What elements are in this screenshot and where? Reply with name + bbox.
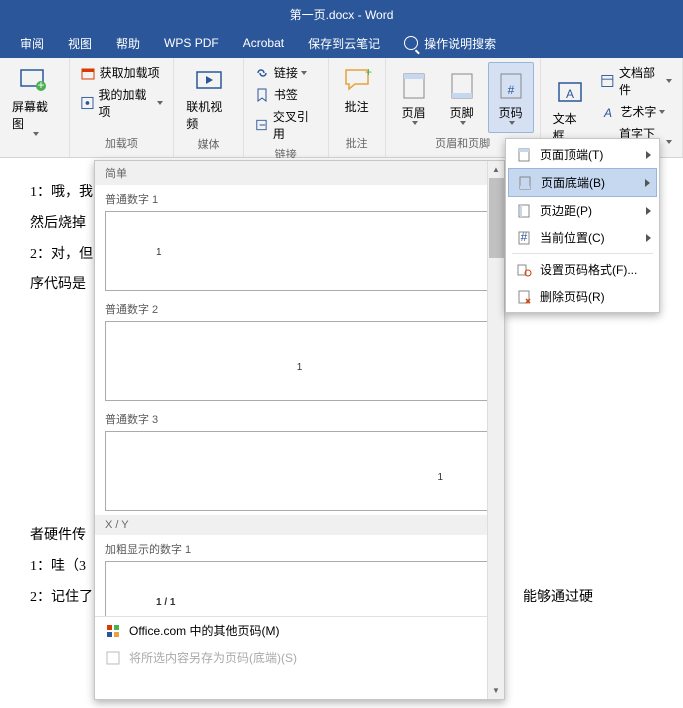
screenshot-icon: + (18, 64, 50, 96)
page-number-button[interactable]: # 页码 (488, 62, 534, 133)
ribbon-group-media: 联机视频 媒体 (174, 58, 244, 157)
chevron-down-icon (666, 140, 672, 144)
gallery-section-simple: 简单 (95, 161, 504, 185)
gallery-item-bold-1[interactable]: 加粗显示的数字 1 1 / 1 (95, 535, 504, 616)
svg-text:#: # (521, 230, 528, 244)
more-from-office-item[interactable]: Office.com 中的其他页码(M) (95, 617, 504, 644)
tab-help[interactable]: 帮助 (104, 28, 152, 58)
remove-page-numbers-item[interactable]: 删除页码(R) (508, 283, 657, 310)
arrow-right-icon (645, 179, 650, 187)
current-pos-icon: # (516, 230, 532, 246)
current-position-item[interactable]: # 当前位置(C) (508, 224, 657, 251)
page-margins-item[interactable]: 页边距(P) (508, 197, 657, 224)
cross-reference-button[interactable]: 交叉引用 (250, 106, 322, 144)
my-addins-button[interactable]: 我的加载项 (76, 84, 168, 122)
lightbulb-icon (404, 36, 418, 50)
separator (512, 253, 653, 254)
chevron-down-icon (666, 79, 672, 83)
chevron-down-icon (509, 121, 515, 125)
save-icon (105, 650, 121, 666)
bookmark-button[interactable]: 书签 (250, 84, 322, 105)
svg-text:A: A (603, 106, 612, 120)
preview: 1 (105, 321, 494, 401)
page-bottom-icon (517, 175, 533, 191)
tab-review[interactable]: 审阅 (8, 28, 56, 58)
gallery-item-plain-1[interactable]: 普通数字 1 1 (95, 185, 504, 295)
chevron-down-icon (460, 121, 466, 125)
format-page-numbers-item[interactable]: 设置页码格式(F)... (508, 256, 657, 283)
crossref-icon (254, 117, 269, 133)
gallery-item-plain-3[interactable]: 普通数字 3 1 (95, 405, 504, 515)
textbox-icon: A (554, 76, 586, 108)
comment-icon: + (341, 64, 373, 96)
doc-line: 2：记住了 (30, 583, 93, 614)
gallery-scrollbar[interactable]: ▲ ▼ (487, 161, 504, 616)
page-number-submenu: 页面顶端(T) 页面底端(B) 页边距(P) # 当前位置(C) 设置页码格式(… (505, 138, 660, 313)
chevron-down-icon (157, 101, 163, 105)
arrow-right-icon (646, 234, 651, 242)
footer-button[interactable]: 页脚 (440, 62, 484, 133)
page-number-gallery: 简单 普通数字 1 1 普通数字 2 1 普通数字 3 1 X / Y 加粗显示… (94, 160, 505, 700)
doc-line: 能够通过硬 (523, 583, 593, 614)
tab-acrobat[interactable]: Acrobat (231, 28, 296, 58)
chevron-down-icon (301, 71, 307, 75)
svg-text:A: A (565, 87, 573, 101)
ribbon-tabs: 审阅 视图 帮助 WPS PDF Acrobat 保存到云笔记 操作说明搜索 (0, 28, 683, 58)
arrow-right-icon (646, 207, 651, 215)
chevron-down-icon (33, 132, 39, 136)
tab-cloud-note[interactable]: 保存到云笔记 (296, 28, 392, 58)
scroll-thumb[interactable] (489, 178, 504, 258)
footer-icon (446, 70, 478, 102)
header-icon (398, 70, 430, 102)
remove-icon (516, 289, 532, 305)
chevron-down-icon (412, 121, 418, 125)
ribbon-group-links: 链接 书签 交叉引用 链接 (244, 58, 329, 157)
comment-button[interactable]: + 批注 (335, 62, 379, 117)
preview: 1 (105, 211, 494, 291)
bookmark-icon (254, 87, 270, 103)
svg-text:+: + (365, 65, 372, 79)
online-video-button[interactable]: 联机视频 (180, 62, 237, 134)
doc-parts-icon (600, 73, 615, 89)
bottom-of-page-item[interactable]: 页面底端(B) (508, 168, 657, 197)
screenshot-button[interactable]: + 屏幕截图 (6, 62, 63, 138)
svg-text:#: # (507, 83, 514, 97)
gallery-section-xy: X / Y (95, 515, 504, 535)
scroll-up-icon[interactable]: ▲ (488, 161, 504, 178)
title-bar: 第一页.docx - Word (0, 0, 683, 28)
tab-view[interactable]: 视图 (56, 28, 104, 58)
tell-me-search[interactable]: 操作说明搜索 (404, 35, 496, 52)
save-selection-item: 将所选内容另存为页码(底端)(S) (95, 644, 504, 671)
tab-wps-pdf[interactable]: WPS PDF (152, 28, 231, 58)
preview: 1 (105, 431, 494, 511)
document-title: 第一页.docx - Word (290, 6, 394, 23)
get-addins-button[interactable]: 获取加载项 (76, 62, 168, 83)
page-top-icon (516, 147, 532, 163)
doc-parts-button[interactable]: 文档部件 (596, 62, 676, 100)
format-icon (516, 262, 532, 278)
top-of-page-item[interactable]: 页面顶端(T) (508, 141, 657, 168)
gallery-scroll-area[interactable]: 简单 普通数字 1 1 普通数字 2 1 普通数字 3 1 X / Y 加粗显示… (95, 161, 504, 616)
word-art-button[interactable]: A 艺术字 (596, 101, 676, 122)
chevron-down-icon (659, 110, 665, 114)
link-button[interactable]: 链接 (250, 62, 322, 83)
page-number-icon: # (495, 70, 527, 102)
arrow-right-icon (646, 151, 651, 159)
office-icon (105, 623, 121, 639)
gallery-item-plain-2[interactable]: 普通数字 2 1 (95, 295, 504, 405)
header-button[interactable]: 页眉 (392, 62, 436, 133)
link-icon (254, 65, 270, 81)
video-icon (193, 64, 225, 96)
addins-icon (80, 95, 95, 111)
ribbon-group-screenshot: + 屏幕截图 (0, 58, 70, 157)
gallery-footer: Office.com 中的其他页码(M) 将所选内容另存为页码(底端)(S) (95, 616, 504, 671)
page-margin-icon (516, 203, 532, 219)
svg-text:+: + (38, 78, 45, 92)
doc-line: 序代码是 (30, 270, 86, 301)
wordart-icon: A (600, 104, 616, 120)
store-icon (80, 65, 96, 81)
ribbon-group-addins: 获取加载项 我的加载项 加载项 (70, 58, 175, 157)
preview: 1 / 1 (105, 561, 494, 616)
ribbon-group-comments: + 批注 批注 (329, 58, 386, 157)
